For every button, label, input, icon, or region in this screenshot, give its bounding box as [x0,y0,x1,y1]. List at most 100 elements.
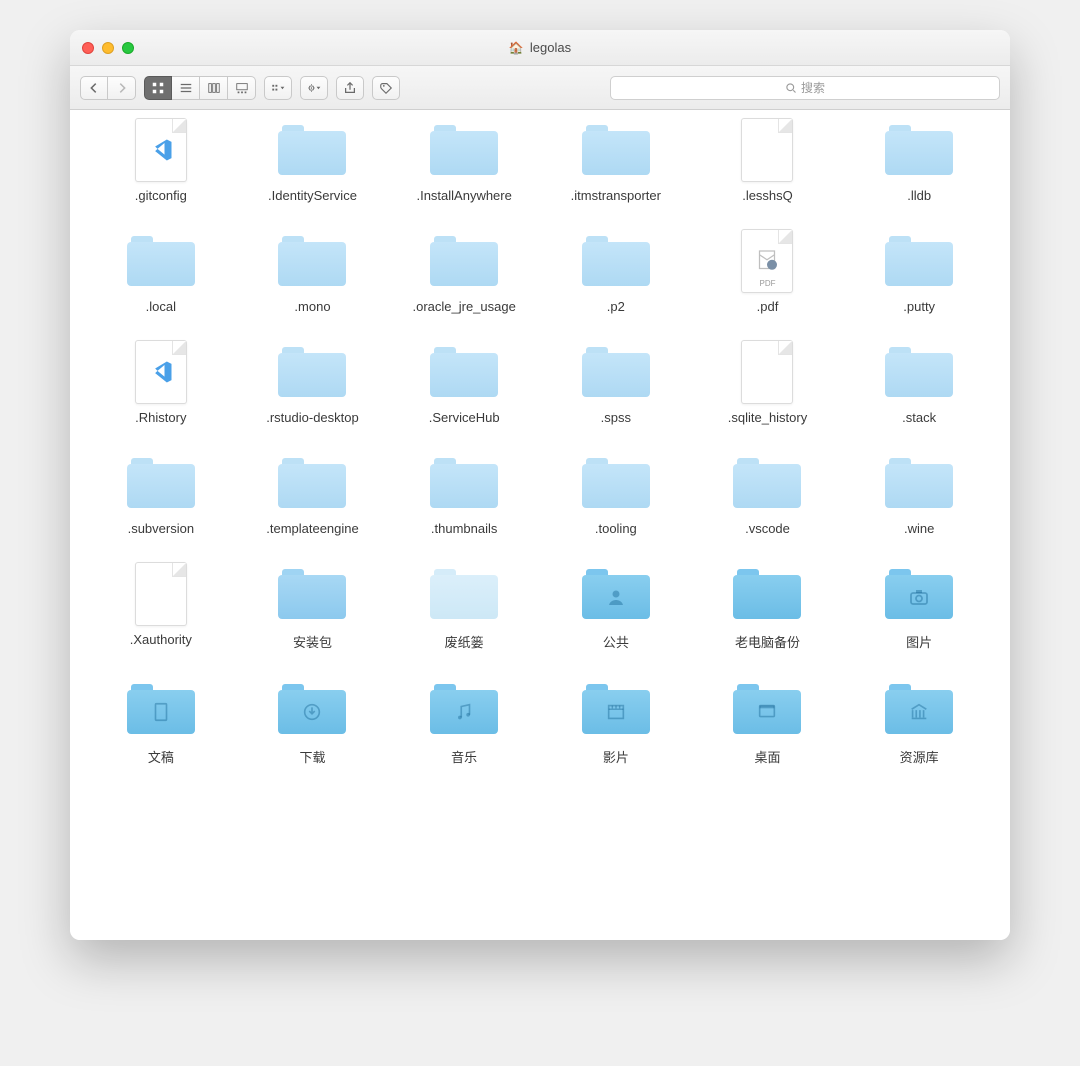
file-label: 安装包 [293,632,332,651]
file-item[interactable]: 下载 [242,679,384,766]
folder-icon [882,342,956,402]
close-button[interactable] [82,42,94,54]
file-item[interactable]: .vscode [697,453,839,536]
nav-buttons [80,76,136,100]
file-label: .gitconfig [135,188,187,203]
file-item[interactable]: 音乐 [393,679,535,766]
file-item[interactable]: .itmstransporter [545,120,687,203]
file-item[interactable]: 桌面 [697,679,839,766]
column-view-button[interactable] [200,76,228,100]
share-group [336,76,364,100]
file-item[interactable]: .thumbnails [393,453,535,536]
grid-icon [151,81,165,95]
fullscreen-button[interactable] [122,42,134,54]
file-item[interactable]: .ServiceHub [393,342,535,425]
file-item[interactable]: 文稿 [90,679,232,766]
file-label: .mono [294,299,330,314]
folder-icon [275,120,349,180]
file-label: 公共 [603,632,629,651]
columns-icon [207,81,221,95]
file-icon [124,564,198,624]
file-label: .itmstransporter [571,188,661,203]
file-item[interactable]: .oracle_jre_usage [393,231,535,314]
file-item[interactable]: .IdentityService [242,120,384,203]
file-item[interactable]: PDF.pdf [697,231,839,314]
folder-icon [579,231,653,291]
file-label: .putty [903,299,935,314]
file-item[interactable]: .stack [848,342,990,425]
file-item[interactable]: 图片 [848,564,990,651]
folder-icon [275,231,349,291]
titlebar[interactable]: 🏠 legolas [70,30,1010,66]
action-group [300,76,328,100]
view-buttons [144,76,256,100]
folder-icon [427,453,501,513]
file-label: .ServiceHub [429,410,500,425]
file-item[interactable]: 资源库 [848,679,990,766]
content-area[interactable]: .gitconfig .IdentityService.InstallAnywhe… [70,110,1010,940]
forward-button[interactable] [108,76,136,100]
folder-icon [882,564,956,624]
folder-icon [427,120,501,180]
file-label: .spss [601,410,631,425]
share-icon [343,81,357,95]
chevron-right-icon [115,81,129,95]
file-item[interactable]: .Xauthority [90,564,232,651]
folder-icon [124,231,198,291]
folder-icon [882,679,956,739]
file-label: 影片 [603,747,629,766]
share-button[interactable] [336,76,364,100]
file-label: .templateengine [266,521,359,536]
file-item[interactable]: .mono [242,231,384,314]
chevron-left-icon [87,81,101,95]
file-label: .rstudio-desktop [266,410,359,425]
file-label: 音乐 [451,747,477,766]
tags-button[interactable] [372,76,400,100]
folder-icon [579,679,653,739]
list-view-button[interactable] [172,76,200,100]
file-item[interactable]: .sqlite_history [697,342,839,425]
file-icon [730,342,804,402]
search-icon [785,82,797,94]
folder-icon [882,120,956,180]
icon-view-button[interactable] [144,76,172,100]
file-label: .thumbnails [431,521,497,536]
file-label: .local [146,299,176,314]
file-item[interactable]: .lldb [848,120,990,203]
file-item[interactable]: 安装包 [242,564,384,651]
back-button[interactable] [80,76,108,100]
file-label: .stack [902,410,936,425]
file-item[interactable]: .rstudio-desktop [242,342,384,425]
folder-icon [427,564,501,624]
folder-icon [579,453,653,513]
action-button[interactable] [300,76,328,100]
file-item[interactable]: .local [90,231,232,314]
window-title: 🏠 legolas [70,40,1010,55]
file-item[interactable]: .spss [545,342,687,425]
arrange-button[interactable] [264,76,292,100]
file-item[interactable]: .wine [848,453,990,536]
file-label: .vscode [745,521,790,536]
search-field[interactable]: 搜索 [610,76,1000,100]
file-label: .lldb [907,188,931,203]
file-item[interactable]: .InstallAnywhere [393,120,535,203]
finder-window: 🏠 legolas [70,30,1010,940]
file-item[interactable]: .Rhistory [90,342,232,425]
file-item[interactable]: .lesshsQ [697,120,839,203]
file-item[interactable]: 废纸篓 [393,564,535,651]
gallery-icon [235,81,249,95]
file-item[interactable]: .templateengine [242,453,384,536]
file-item[interactable]: .putty [848,231,990,314]
file-item[interactable]: .tooling [545,453,687,536]
gallery-view-button[interactable] [228,76,256,100]
file-item[interactable]: 老电脑备份 [697,564,839,651]
file-item[interactable]: .gitconfig [90,120,232,203]
file-item[interactable]: .p2 [545,231,687,314]
folder-icon [730,564,804,624]
file-item[interactable]: .subversion [90,453,232,536]
tags-group [372,76,400,100]
file-icon [124,342,198,402]
file-item[interactable]: 影片 [545,679,687,766]
minimize-button[interactable] [102,42,114,54]
file-item[interactable]: 公共 [545,564,687,651]
